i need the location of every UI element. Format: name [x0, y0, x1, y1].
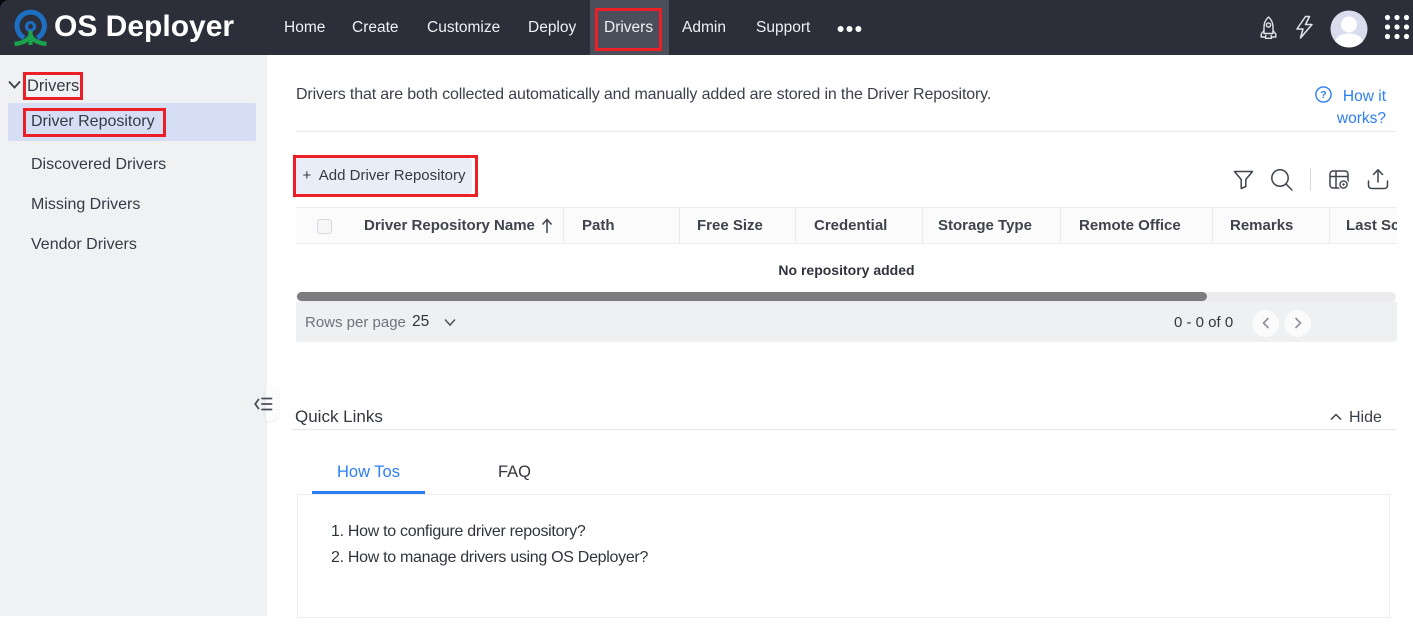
svg-text:?: ?	[1320, 89, 1326, 101]
